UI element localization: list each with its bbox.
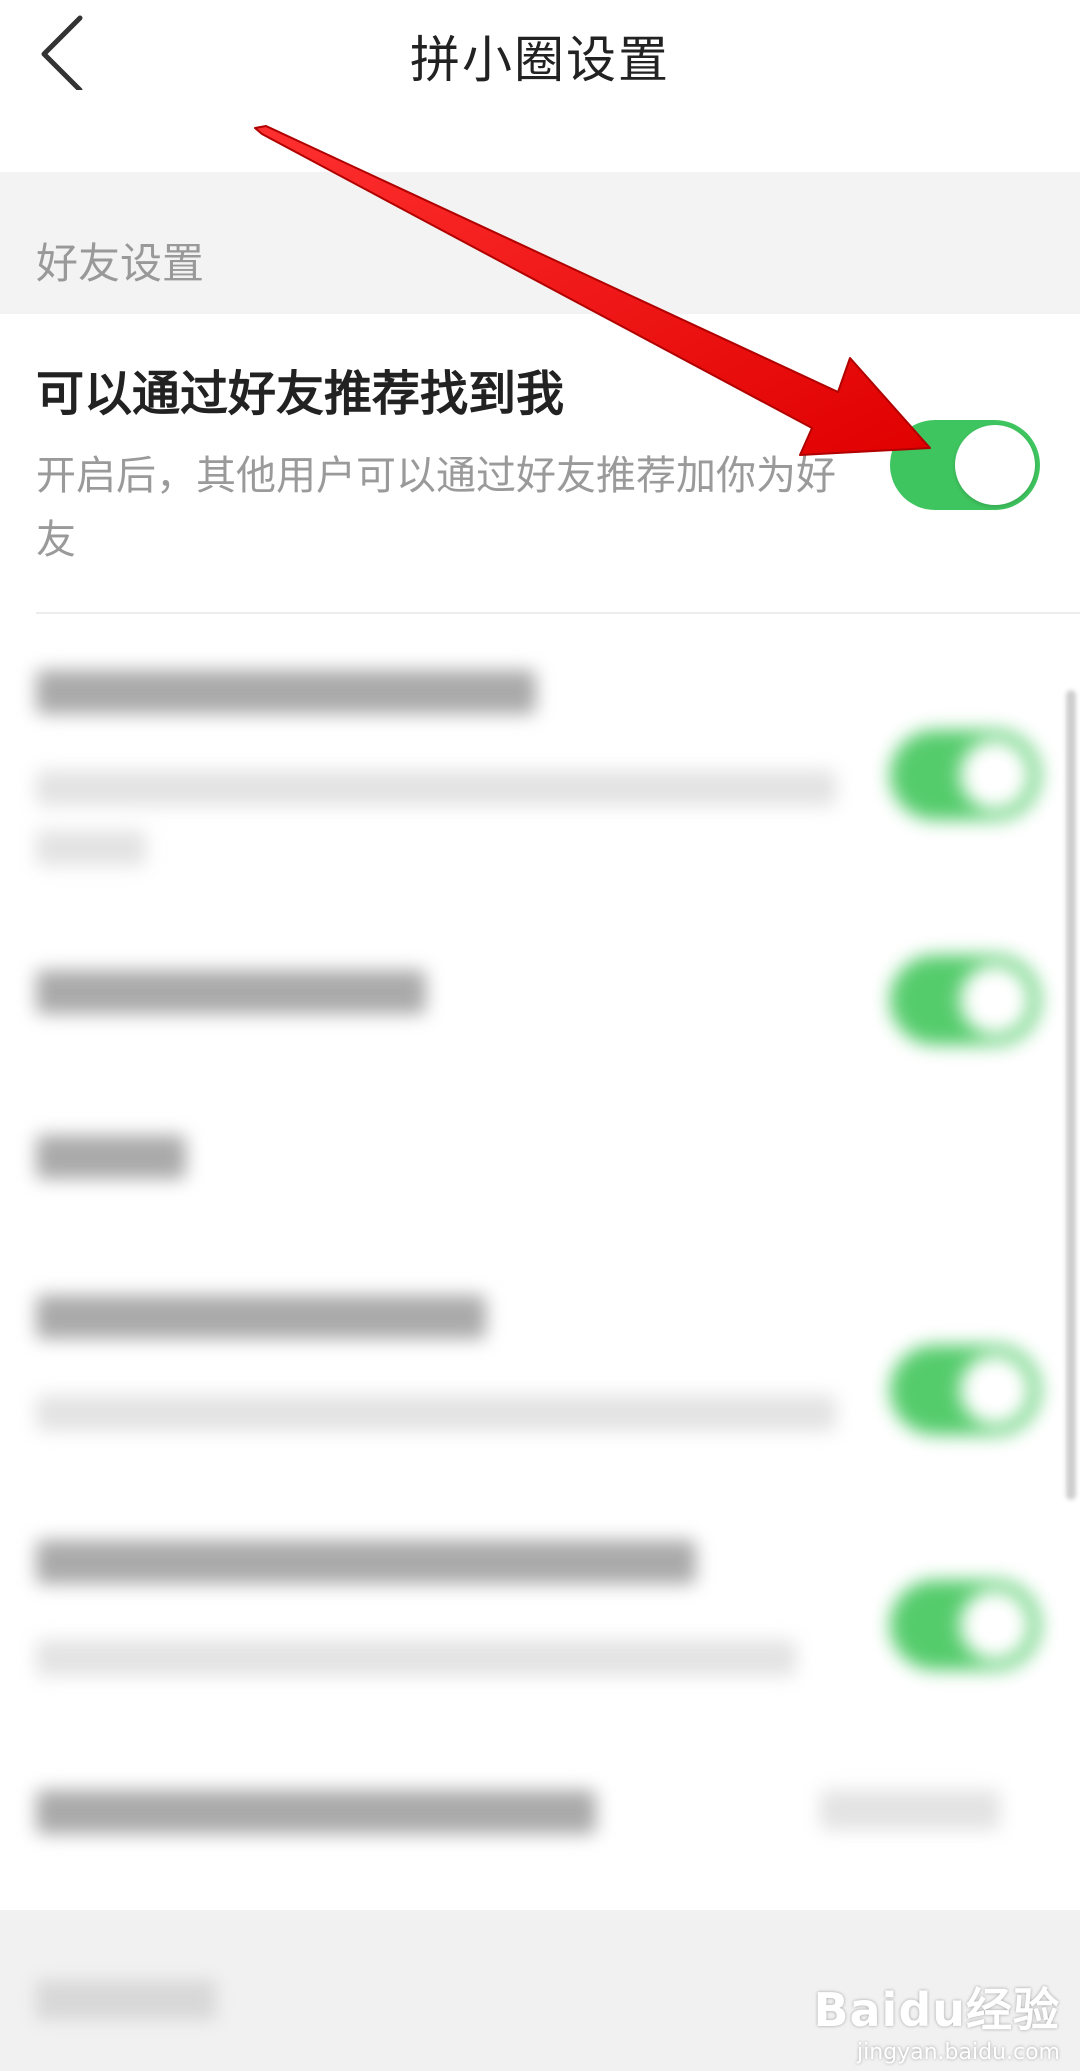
scrollbar[interactable] [1066,690,1076,1500]
blurred-section-label [36,1980,216,2020]
blurred-row-desc [36,830,146,866]
blurred-row-desc [36,1640,796,1676]
blurred-toggle [890,1580,1040,1670]
blurred-toggle [890,1345,1040,1435]
section-label: 好友设置 [36,239,205,288]
top-bar: 拼小圈设置 [0,0,1080,172]
friend-recommend-toggle[interactable] [890,420,1040,510]
blurred-row-value [820,1790,1000,1830]
blurred-settings-list [0,640,1080,1910]
section-header: 好友设置 [0,172,1080,314]
watermark-text: Baidu经验 [813,1983,1060,2037]
setting-title: 可以通过好友推荐找到我 [36,366,565,422]
blurred-row-title [36,970,426,1014]
blurred-toggle [890,955,1040,1045]
blurred-row-title [36,1540,696,1584]
setting-description: 开启后，其他用户可以通过好友推荐加你为好友 [36,453,836,563]
baidu-watermark: Baidu经验 jingyan.baidu.com [813,1974,1060,2065]
blurred-row-title [36,1295,486,1339]
blurred-toggle [890,730,1040,820]
blurred-row-desc [36,1395,836,1431]
settings-page: 拼小圈设置 好友设置 可以通过好友推荐找到我 开启后，其他用户可以通过好友推荐加… [0,0,1080,2071]
divider [36,612,1080,614]
toggle-knob [955,425,1035,505]
blurred-row-desc [36,770,836,806]
blurred-row-title [36,1135,186,1179]
watermark-url: jingyan.baidu.com [856,2040,1060,2065]
blurred-row-title [36,670,536,714]
page-title: 拼小圈设置 [410,31,670,89]
blurred-row-title [36,1790,596,1834]
